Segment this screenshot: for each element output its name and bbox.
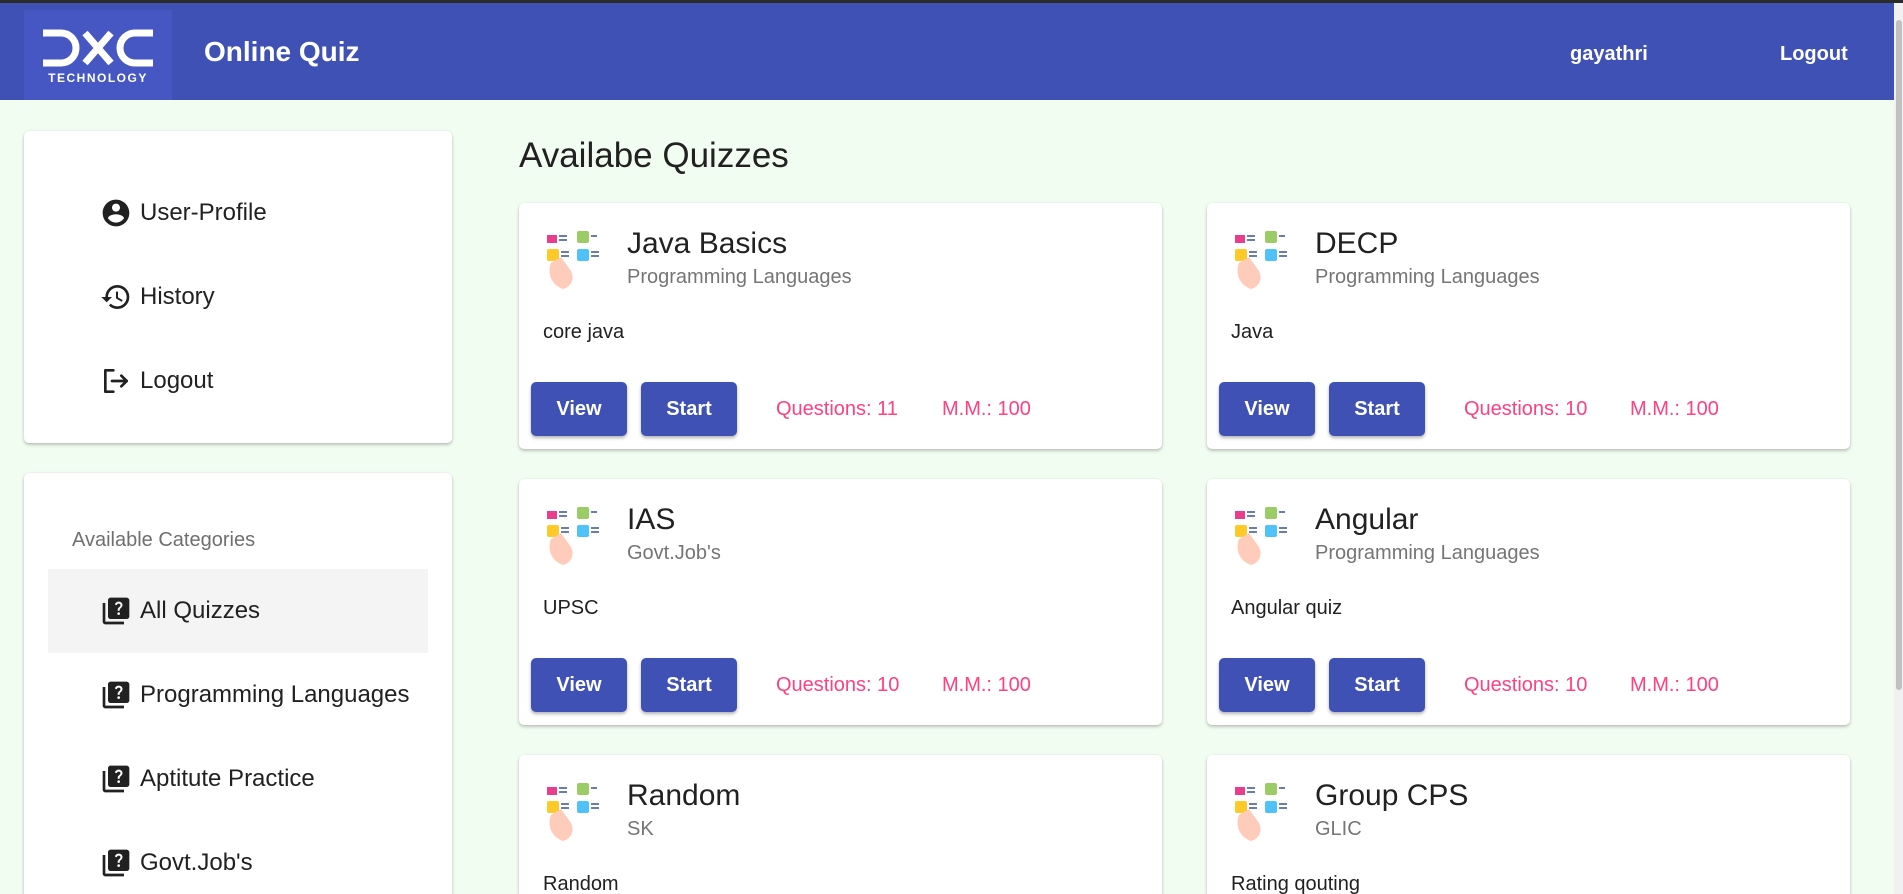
- dxc-logo[interactable]: TECHNOLOGY: [24, 10, 172, 100]
- quiz-app-icon: [547, 783, 599, 841]
- dxc-logo-mark-icon: [43, 29, 153, 67]
- question-count: Questions: 10: [1464, 398, 1588, 420]
- category-item-label: All Quizzes: [140, 597, 261, 624]
- start-button[interactable]: Start: [641, 658, 737, 712]
- quiz-card: Java Basics Programming Languages core j…: [519, 203, 1162, 449]
- max-marks: M.M.: 100: [942, 674, 1031, 696]
- start-button[interactable]: Start: [1329, 658, 1425, 712]
- quiz-app-icon: [1235, 783, 1287, 841]
- quiz-title: Java Basics: [627, 227, 788, 260]
- view-button[interactable]: View: [531, 658, 627, 712]
- quiz-card: Angular Programming Languages Angular qu…: [1207, 479, 1850, 725]
- quiz-description: Random: [543, 873, 619, 894]
- username-link[interactable]: gayathri: [1570, 43, 1648, 66]
- logout-icon: [104, 369, 128, 393]
- quiz-category: Programming Languages: [627, 266, 852, 288]
- quiz-card: IAS Govt.Job's UPSC View Start Questions…: [519, 479, 1162, 725]
- quiz-category: Govt.Job's: [627, 542, 721, 564]
- quiz-icon: [102, 849, 130, 877]
- quiz-category: SK: [627, 818, 654, 840]
- category-item-govt-jobs[interactable]: Govt.Job's: [48, 821, 428, 894]
- category-item-label: Programming Languages: [140, 681, 410, 708]
- quiz-category: GLIC: [1315, 818, 1362, 840]
- quiz-card: DECP Programming Languages Java View Sta…: [1207, 203, 1850, 449]
- page-title: Availabe Quizzes: [519, 136, 789, 175]
- categories-panel: Available Categories All Quizzes Program…: [24, 473, 452, 894]
- question-count: Questions: 11: [776, 398, 898, 420]
- view-button[interactable]: View: [531, 382, 627, 436]
- categories-header: Available Categories: [72, 529, 256, 551]
- header-logout-button[interactable]: Logout: [1780, 43, 1848, 66]
- sidebar-item-label: Logout: [140, 367, 214, 394]
- page-scrollbar-thumb[interactable]: [1896, 20, 1902, 690]
- quiz-description: Java: [1231, 321, 1274, 343]
- category-item-label: Govt.Job's: [140, 849, 253, 876]
- category-item-aptitute-practice[interactable]: Aptitute Practice: [48, 737, 428, 821]
- sidebar-item-logout[interactable]: Logout: [48, 339, 428, 423]
- question-count: Questions: 10: [1464, 674, 1588, 696]
- quiz-description: Angular quiz: [1231, 597, 1343, 619]
- sidebar-item-label: History: [140, 283, 215, 310]
- quiz-category: Programming Languages: [1315, 266, 1540, 288]
- view-button[interactable]: View: [1219, 382, 1315, 436]
- category-item-all-quizzes[interactable]: All Quizzes: [48, 569, 428, 653]
- quiz-description: Rating qouting: [1231, 873, 1360, 894]
- quiz-app-icon: [547, 231, 599, 289]
- quiz-title: Group CPS: [1315, 779, 1469, 812]
- sidebar-item-history[interactable]: History: [48, 255, 428, 339]
- question-count: Questions: 10: [776, 674, 900, 696]
- quiz-title: Angular: [1315, 503, 1419, 536]
- category-item-label: Aptitute Practice: [140, 765, 315, 792]
- quiz-description: core java: [543, 321, 625, 343]
- quiz-icon: [102, 765, 130, 793]
- sidebar-item-user-profile[interactable]: User-Profile: [48, 171, 428, 255]
- quiz-description: UPSC: [543, 597, 599, 619]
- app-title[interactable]: Online Quiz: [204, 36, 360, 68]
- start-button[interactable]: Start: [1329, 382, 1425, 436]
- quiz-app-icon: [1235, 507, 1287, 565]
- top-navbar: TECHNOLOGY Online Quiz gayathri Logout: [0, 3, 1894, 100]
- quiz-title: DECP: [1315, 227, 1399, 260]
- account-circle-icon: [102, 199, 130, 227]
- quiz-app-icon: [547, 507, 599, 565]
- user-menu-panel: User-Profile History Logout: [24, 131, 452, 443]
- quiz-category: Programming Languages: [1315, 542, 1540, 564]
- quiz-app-icon: [1235, 231, 1287, 289]
- quiz-title: Random: [627, 779, 741, 812]
- category-item-programming-languages[interactable]: Programming Languages: [48, 653, 428, 737]
- quiz-title: IAS: [627, 503, 676, 536]
- max-marks: M.M.: 100: [942, 398, 1031, 420]
- max-marks: M.M.: 100: [1630, 398, 1719, 420]
- max-marks: M.M.: 100: [1630, 674, 1719, 696]
- logo-subtext: TECHNOLOGY: [48, 71, 148, 85]
- quiz-card: Group CPS GLIC Rating qouting: [1207, 755, 1850, 894]
- history-icon: [101, 285, 130, 309]
- start-button[interactable]: Start: [641, 382, 737, 436]
- quiz-icon: [102, 681, 130, 709]
- quiz-icon: [102, 597, 130, 625]
- view-button[interactable]: View: [1219, 658, 1315, 712]
- sidebar-item-label: User-Profile: [140, 199, 267, 226]
- quiz-card: Random SK Random: [519, 755, 1162, 894]
